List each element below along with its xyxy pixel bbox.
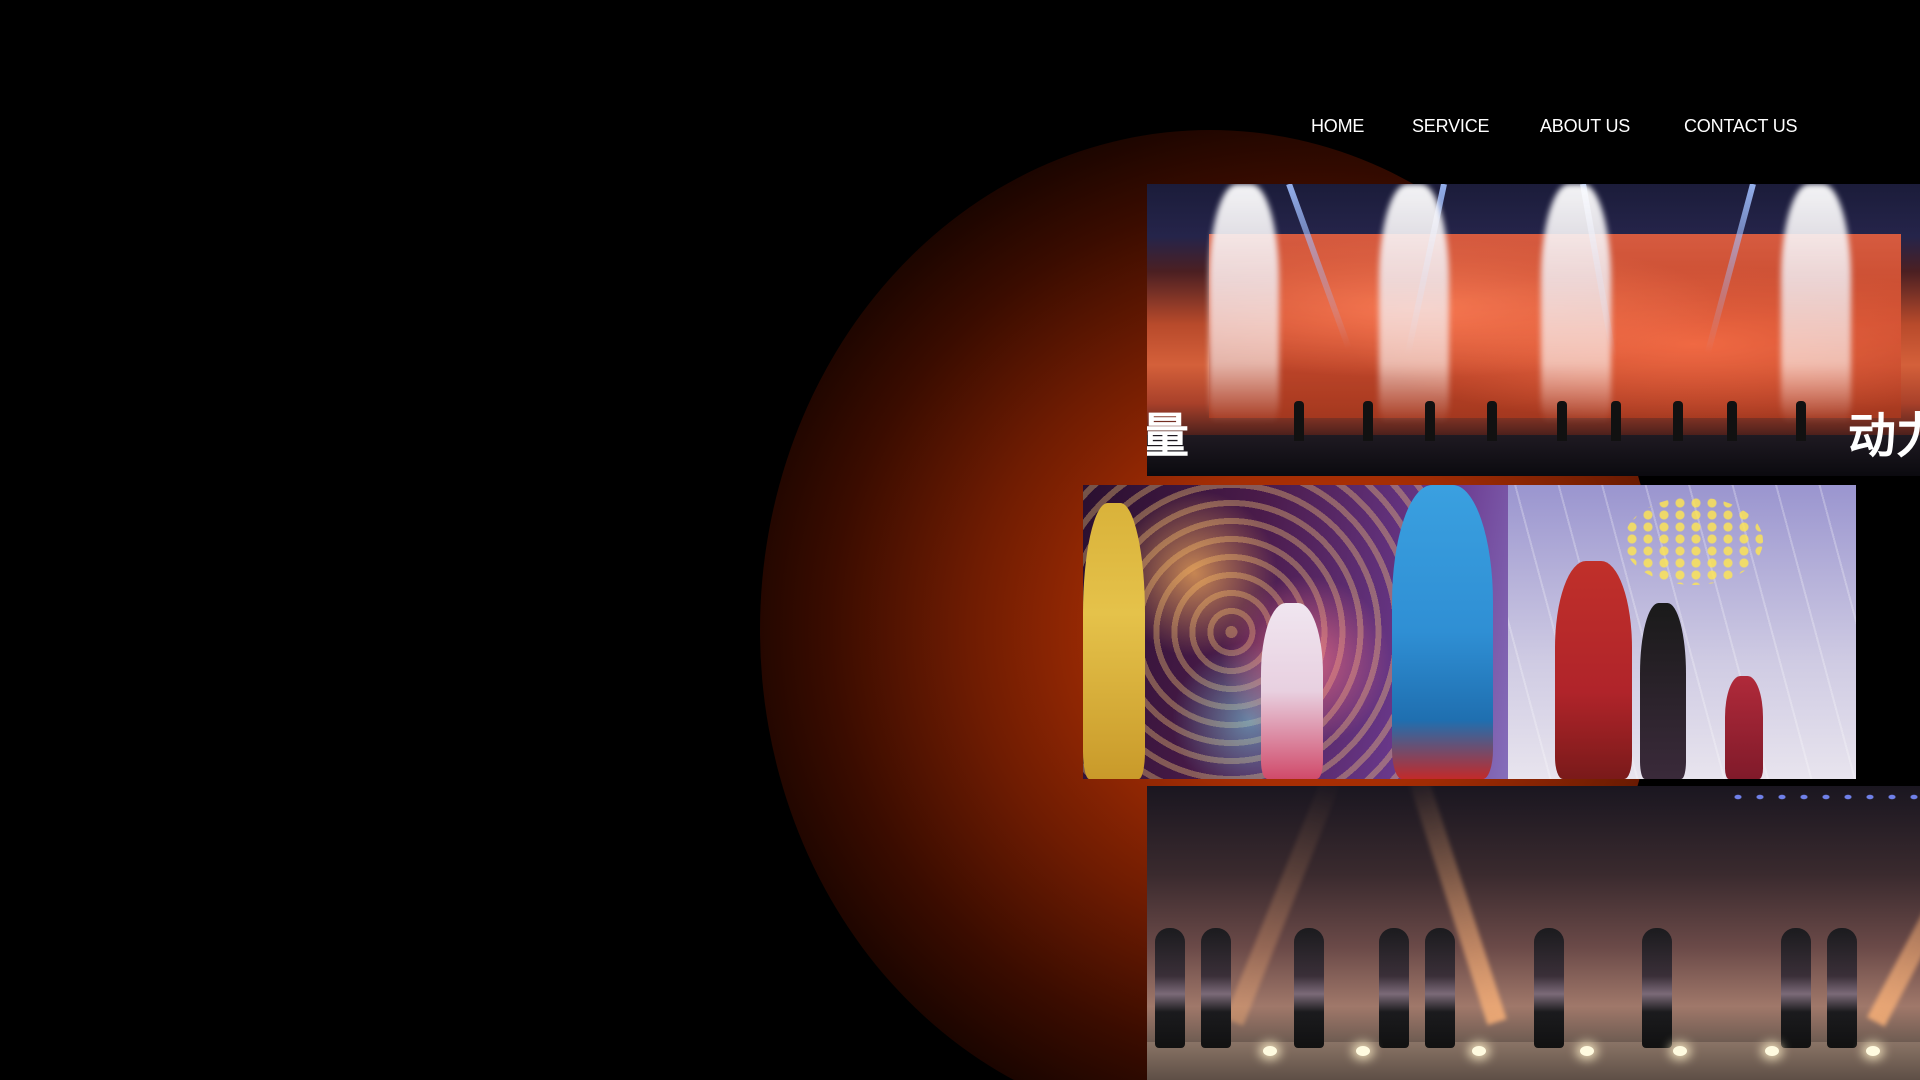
dancer	[1378, 927, 1409, 1048]
stage-smoke-jets-photo: 量 动力	[1147, 184, 1920, 476]
nav-home-link[interactable]: HOME	[1311, 116, 1364, 137]
performer	[1293, 400, 1304, 441]
opera-figure-white	[1260, 602, 1323, 779]
stage-light-beam	[1225, 786, 1343, 1025]
performer	[1726, 400, 1737, 441]
smoke-jet	[1208, 184, 1279, 424]
performer	[1796, 400, 1807, 441]
nav-service-link[interactable]: SERVICE	[1412, 116, 1490, 137]
group-dance-photo	[1147, 786, 1920, 1080]
smoke-jet	[1541, 184, 1612, 424]
opera-figure-yellow	[1083, 502, 1145, 779]
stage-light-beam	[1405, 786, 1507, 1025]
dancer	[1780, 927, 1811, 1048]
dancer	[1641, 927, 1672, 1048]
smoke-jet	[1378, 184, 1449, 424]
nav-contact-us-link[interactable]: CONTACT US	[1684, 116, 1798, 137]
performer	[1610, 400, 1621, 441]
stage-floor	[1147, 435, 1920, 476]
gobo-light-dots	[1624, 496, 1764, 585]
performer	[1363, 400, 1374, 441]
opera-dancers-photo	[1083, 485, 1856, 779]
photo-overlay-text-right: 动力	[1847, 408, 1920, 464]
stage-light-beam	[1867, 786, 1920, 1026]
nav-about-us-link[interactable]: ABOUT US	[1540, 116, 1630, 137]
dancer	[1154, 927, 1185, 1048]
opera-figure-red	[1554, 561, 1632, 779]
opera-figure-black	[1639, 602, 1686, 779]
ceiling-lights	[1726, 790, 1920, 804]
dancer	[1425, 927, 1456, 1048]
performer	[1556, 400, 1567, 441]
opera-figure-child	[1724, 676, 1764, 779]
performer	[1672, 400, 1683, 441]
dancer	[1293, 927, 1324, 1048]
performer	[1425, 400, 1436, 441]
smoke-jet	[1780, 184, 1851, 424]
dancer	[1201, 927, 1232, 1048]
dancer	[1827, 927, 1858, 1048]
opera-figure-blue-jumping	[1392, 485, 1493, 779]
performer	[1487, 400, 1498, 441]
dancer	[1533, 927, 1564, 1048]
photo-overlay-text-left: 量	[1147, 408, 1190, 464]
